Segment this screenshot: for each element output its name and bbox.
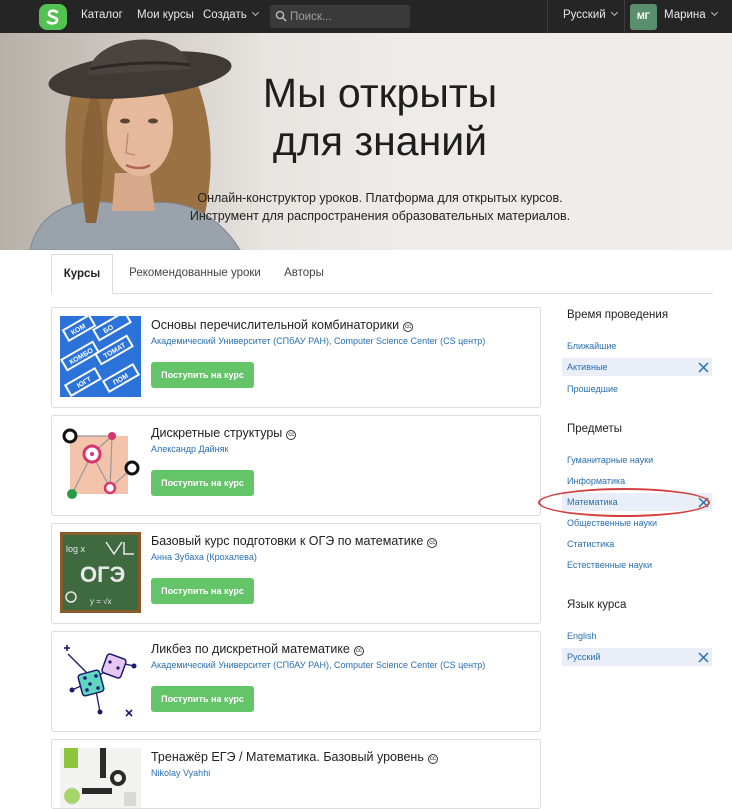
nav-divider — [624, 0, 625, 33]
filter-heading-subjects: Предметы — [567, 423, 622, 435]
course-title-text: Ликбез по дискретной математике — [151, 642, 350, 656]
creative-commons-icon: cc — [286, 430, 297, 440]
language-label: Русский — [563, 9, 606, 21]
course-title-text: Базовый курс подготовки к ОГЭ по математ… — [151, 534, 424, 548]
tab-authors[interactable]: Авторы — [276, 254, 332, 294]
nav-create-label: Создать — [203, 9, 247, 21]
course-title-text: Дискретные структуры — [151, 426, 283, 440]
course-author-link[interactable]: Анна Зубаха (Крохалева) — [151, 552, 257, 562]
course-title-text: Тренажёр ЕГЭ / Математика. Базовый урове… — [151, 750, 424, 764]
filter-language-russian[interactable]: Русский — [562, 648, 712, 666]
chevron-down-icon — [610, 8, 618, 17]
content-tabs: Курсы Рекомендованные уроки Авторы — [51, 254, 713, 294]
hero-banner: Мы открыты для знаний Онлайн-конструктор… — [0, 33, 732, 250]
search-input[interactable] — [290, 5, 408, 28]
course-author-link[interactable]: Nikolay Vyahhi — [151, 768, 210, 778]
thumb-word: log x — [66, 544, 86, 554]
course-title[interactable]: Основы перечислительной комбинаторики cc — [151, 318, 414, 333]
course-thumbnail[interactable] — [60, 748, 141, 808]
enroll-button[interactable]: Поступить на курс — [151, 578, 254, 604]
nav-divider — [547, 0, 548, 33]
thumb-word: y = √x — [90, 597, 112, 606]
course-title[interactable]: Тренажёр ЕГЭ / Математика. Базовый урове… — [151, 750, 438, 765]
filter-time-active[interactable]: Активные — [562, 358, 712, 376]
course-title-text: Основы перечислительной комбинаторики — [151, 318, 400, 332]
search-icon — [275, 10, 287, 22]
hero-title-line: для знаний — [272, 118, 488, 164]
course-thumbnail[interactable] — [60, 640, 141, 721]
course-card[interactable]: Тренажёр ЕГЭ / Математика. Базовый урове… — [51, 739, 541, 809]
hero-subtitle-line: Инструмент для распространения образоват… — [189, 209, 571, 223]
course-card[interactable]: Ликбез по дискретной математике cc Академ… — [51, 631, 541, 732]
tab-courses[interactable]: Курсы — [51, 254, 113, 294]
hero-subtitle: Онлайн-конструктор уроков. Платформа для… — [160, 189, 600, 225]
user-menu[interactable]: Марина — [664, 8, 718, 21]
filter-heading-language: Язык курса — [567, 599, 627, 611]
course-thumbnail[interactable]: log x ОГЭ y = √x — [60, 532, 141, 613]
filter-item-label: Русский — [567, 652, 601, 662]
course-title[interactable]: Ликбез по дискретной математике cc — [151, 642, 364, 657]
course-card[interactable]: Дискретные структуры cc Александр Дайняк … — [51, 415, 541, 516]
enroll-button[interactable]: Поступить на курс — [151, 686, 254, 712]
course-card[interactable]: log x ОГЭ y = √x Базовый курс подготовки… — [51, 523, 541, 624]
course-title[interactable]: Дискретные структуры cc — [151, 426, 297, 441]
creative-commons-icon: cc — [427, 754, 438, 764]
avatar[interactable]: МГ — [630, 4, 657, 30]
course-author-link[interactable]: Академический Университет (СПбАУ РАН), C… — [151, 660, 485, 670]
course-title[interactable]: Базовый курс подготовки к ОГЭ по математ… — [151, 534, 438, 549]
language-selector[interactable]: Русский — [563, 8, 618, 21]
nav-create-menu[interactable]: Создать — [203, 8, 259, 21]
creative-commons-icon: cc — [403, 322, 414, 332]
creative-commons-icon: cc — [353, 646, 364, 656]
hero-subtitle-line: Онлайн-конструктор уроков. Платформа для… — [197, 191, 563, 205]
chevron-down-icon — [251, 8, 259, 17]
filter-subject-natural[interactable]: Естественные науки — [562, 556, 712, 574]
thumb-word: ОГЭ — [80, 562, 125, 587]
search-box[interactable] — [270, 5, 410, 28]
stepik-logo-icon[interactable] — [39, 4, 67, 30]
course-thumbnail[interactable]: КОМ БО КОМБО ТОМАТ ЮГТ ПОМ — [60, 316, 141, 397]
course-card[interactable]: КОМ БО КОМБО ТОМАТ ЮГТ ПОМ Основы перечи… — [51, 307, 541, 408]
filter-item-label: Активные — [567, 362, 608, 372]
highlight-annotation-oval — [538, 488, 710, 517]
course-author-link[interactable]: Академический Университет (СПбАУ РАН), C… — [151, 336, 485, 346]
course-thumbnail[interactable] — [60, 424, 141, 505]
filter-time-nearest[interactable]: Ближайшие — [562, 337, 712, 355]
enroll-button[interactable]: Поступить на курс — [151, 362, 254, 388]
chevron-down-icon — [710, 8, 718, 17]
filter-subject-humanities[interactable]: Гуманитарные науки — [562, 451, 712, 469]
user-name: Марина — [664, 9, 706, 21]
filter-heading-time: Время проведения — [567, 309, 669, 321]
close-icon[interactable] — [698, 362, 709, 373]
close-icon[interactable] — [698, 652, 709, 663]
course-author-link[interactable]: Александр Дайняк — [151, 444, 228, 454]
enroll-button[interactable]: Поступить на курс — [151, 470, 254, 496]
creative-commons-icon: cc — [427, 538, 438, 548]
filter-language-english[interactable]: English — [562, 627, 712, 645]
tab-recommended-lessons[interactable]: Рекомендованные уроки — [122, 254, 268, 294]
hero-title-line: Мы открыты — [262, 70, 498, 116]
top-navbar: Каталог Мои курсы Создать Русский МГ Мар… — [0, 0, 732, 33]
filter-subject-statistics[interactable]: Статистика — [562, 535, 712, 553]
nav-my-courses-link[interactable]: Мои курсы — [137, 9, 194, 21]
nav-catalog-link[interactable]: Каталог — [81, 9, 123, 21]
hero-title: Мы открыты для знаний — [230, 69, 530, 165]
filter-time-past[interactable]: Прошедшие — [562, 380, 712, 398]
